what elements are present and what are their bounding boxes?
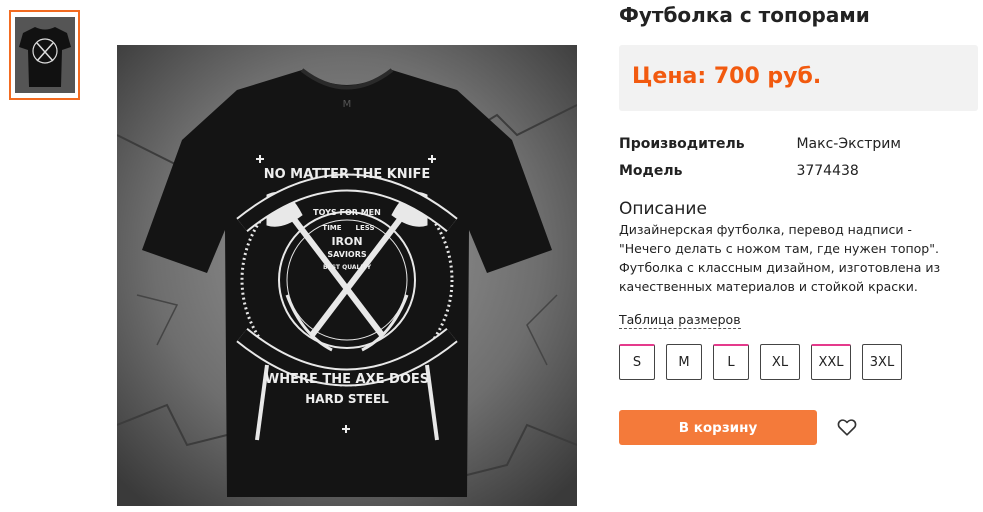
size-option-l[interactable]: L [713, 344, 749, 380]
design-text-top: NO MATTER THE KNIFE [264, 167, 431, 182]
spec-label: Производитель [619, 136, 745, 152]
size-selector: S M L XL XXL 3XL [619, 344, 902, 380]
description-heading: Описание [619, 199, 707, 219]
product-price: Цена: 700 руб. [632, 64, 822, 89]
size-option-3xl[interactable]: 3XL [862, 344, 902, 380]
spec-value: 3774438 [796, 163, 859, 179]
spec-label: Модель [619, 163, 683, 179]
size-option-xl[interactable]: XL [760, 344, 800, 380]
design-text-saviors: SAVIORS [327, 250, 367, 259]
size-table-link[interactable]: Таблица размеров [619, 312, 741, 329]
design-text-less: LESS [355, 224, 374, 232]
design-text-bottom: WHERE THE AXE DOES [265, 372, 429, 387]
thumbnail-tshirt-picture [14, 17, 75, 93]
spec-row-manufacturer: Производитель Макс-Экстрим [619, 136, 901, 152]
thumbnail-image[interactable] [9, 10, 80, 100]
product-image[interactable]: M NO MATTER THE KNIFE TOYS FOR MEN TIME … [117, 45, 577, 506]
size-option-xxl[interactable]: XXL [811, 344, 851, 380]
description-text: Дизайнерская футболка, перевод надписи -… [619, 222, 941, 294]
spec-row-model: Модель 3774438 [619, 163, 859, 179]
price-box: Цена: 700 руб. [619, 45, 978, 111]
svg-text:M: M [343, 99, 352, 110]
size-option-s[interactable]: S [619, 344, 655, 380]
size-option-m[interactable]: M [666, 344, 702, 380]
add-to-cart-button[interactable]: В корзину [619, 410, 817, 445]
design-text-iron: IRON [331, 235, 362, 248]
heart-outline-icon[interactable] [836, 416, 858, 438]
product-title: Футболка с топорами [619, 3, 870, 27]
spec-value: Макс-Экстрим [796, 136, 901, 152]
design-text-steel: HARD STEEL [305, 392, 389, 406]
design-text-quality: BEST QUALITY [323, 264, 372, 271]
design-text-time: TIME [322, 224, 341, 232]
design-text-toys: TOYS FOR MEN [313, 208, 381, 217]
